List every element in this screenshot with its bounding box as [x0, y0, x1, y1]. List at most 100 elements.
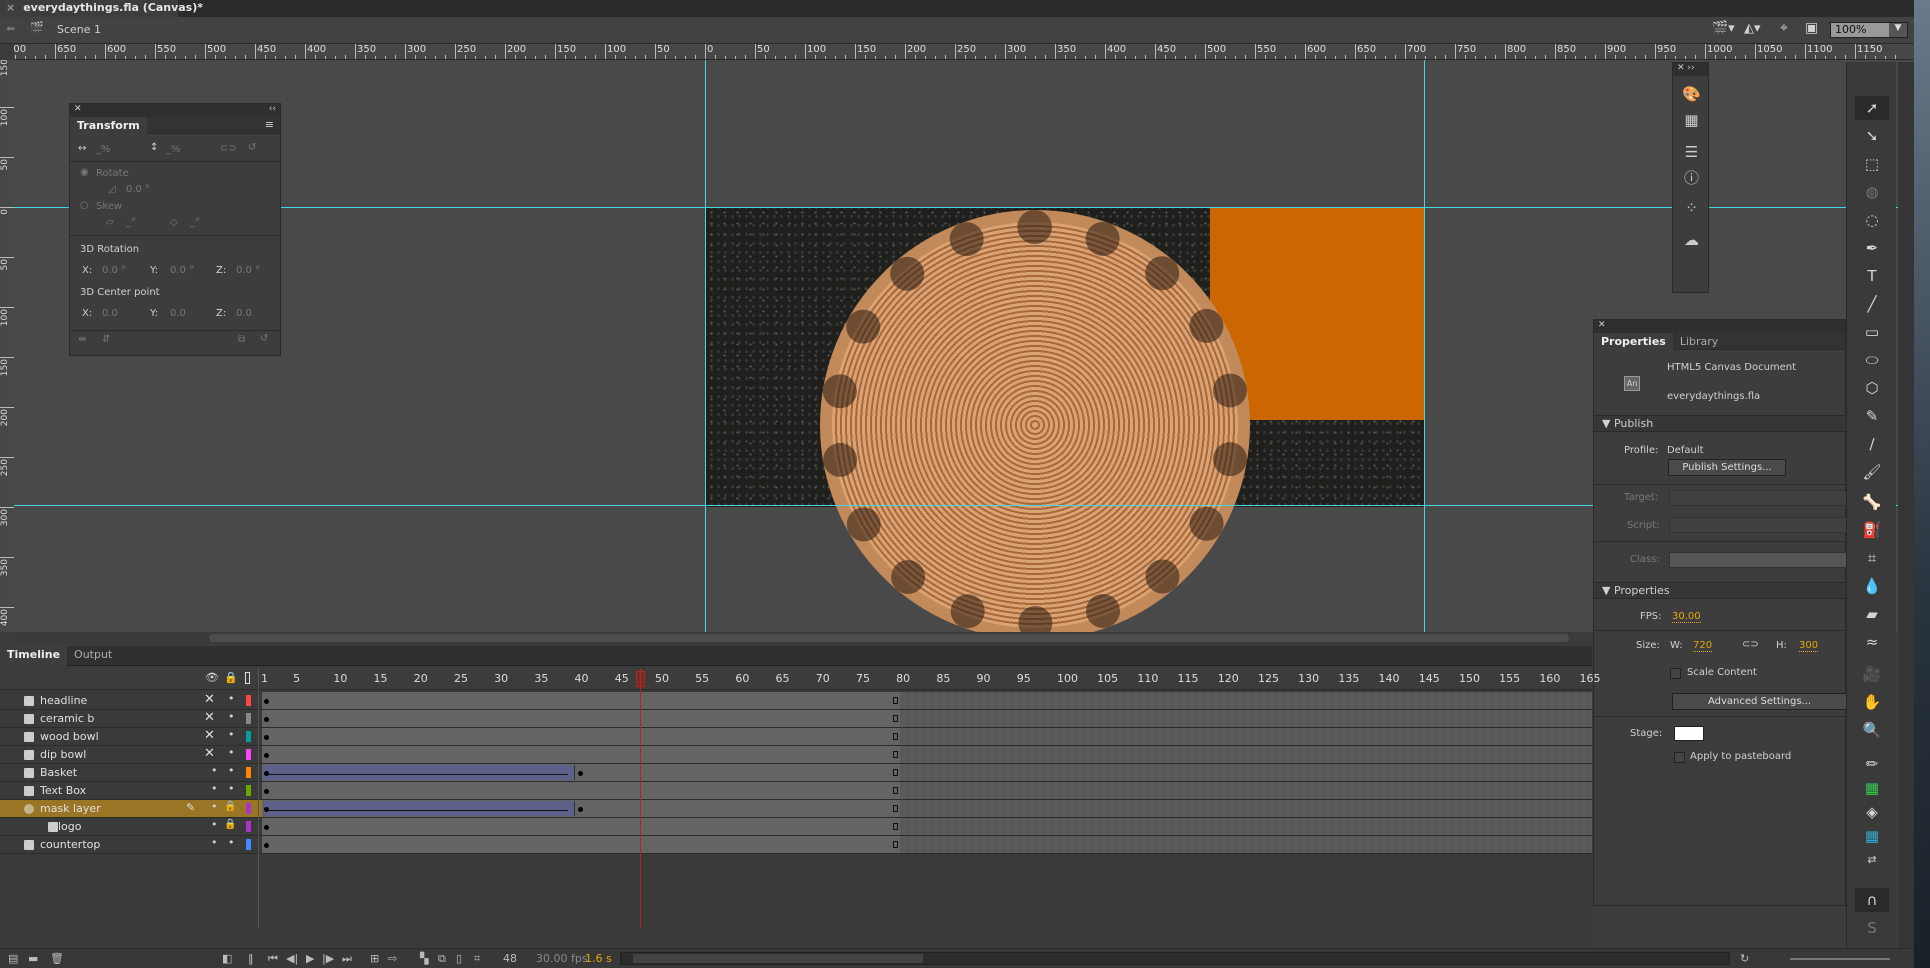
visible-dot[interactable]: • [211, 836, 218, 849]
frame-span[interactable] [262, 692, 900, 709]
rot3d-z-field[interactable]: 0.0 ° [236, 265, 260, 276]
stage-horizontal-scrollbar[interactable] [14, 632, 1574, 644]
edit-multiple-frames-icon[interactable]: ▯ [456, 952, 462, 965]
rotate-radio[interactable]: ◉ [80, 167, 89, 178]
panel-titlebar[interactable]: ✕ ‹‹ [70, 104, 280, 117]
layer-name[interactable]: ceramic b [40, 712, 94, 725]
keyframe[interactable] [264, 735, 269, 740]
layer-name[interactable]: Basket [40, 766, 77, 779]
document-tab[interactable]: × everydaythings.fla (Canvas)* [0, 0, 203, 17]
subselection-tool-icon[interactable]: ➘ [1855, 124, 1889, 148]
empty-frames[interactable] [900, 728, 1592, 745]
smooth-icon[interactable]: S [1855, 916, 1889, 940]
modify-markers-icon[interactable]: ⌗ [474, 952, 480, 966]
empty-frames[interactable] [900, 746, 1592, 763]
panel-titlebar[interactable]: ✕ [1594, 320, 1845, 333]
ink-bottle-tool-icon[interactable]: ⌗ [1855, 546, 1889, 570]
outline-color-swatch[interactable] [246, 821, 251, 832]
motion-presets-icon[interactable]: ⁘ [1673, 199, 1710, 217]
creative-cloud-icon[interactable]: ☁ [1673, 231, 1710, 249]
empty-frames[interactable] [900, 692, 1592, 709]
duplicate-transform-icon[interactable]: ⧉ [238, 334, 245, 345]
current-frame[interactable]: 48 [503, 952, 517, 965]
layer-row[interactable]: mask layer ✎ • 🔒 [0, 800, 1592, 818]
center-y-field[interactable]: 0.0 [170, 308, 186, 319]
keyframe[interactable] [264, 753, 269, 758]
outline-color-swatch[interactable] [246, 803, 251, 814]
properties-section-header[interactable]: ▼ Properties [1594, 582, 1847, 599]
fill-swatch-icon[interactable]: ▦ [1855, 824, 1889, 848]
keyframe[interactable] [264, 825, 269, 830]
width-tool-icon[interactable]: ≈ [1855, 630, 1889, 654]
lasso-tool-icon[interactable]: ◌ [1855, 208, 1889, 232]
guide-vertical[interactable] [705, 60, 706, 632]
elapsed-time[interactable]: 1.6 s [585, 952, 612, 965]
publish-settings-button[interactable]: Publish Settings... [1668, 459, 1786, 476]
stroke-color-icon[interactable]: ✏ [1855, 752, 1889, 776]
visible-dot[interactable]: • [211, 764, 218, 777]
hidden-x-icon[interactable]: ✕ [204, 710, 215, 725]
rotate-field[interactable]: 0.0 ° [126, 184, 150, 195]
empty-frames[interactable] [900, 782, 1592, 799]
fps-field[interactable]: 30.00 [1672, 611, 1701, 623]
keyframe[interactable] [264, 789, 269, 794]
go-to-first-icon[interactable]: ⏮ [268, 952, 278, 966]
unlocked-dot[interactable]: • [228, 764, 235, 777]
timeline-horizontal-scrollbar[interactable] [620, 952, 1730, 965]
empty-frames[interactable] [900, 836, 1592, 853]
guide-horizontal[interactable] [14, 207, 1914, 208]
skew-v-field[interactable]: _° [190, 217, 200, 228]
oval-tool-icon[interactable]: ⬭ [1855, 348, 1889, 372]
zoom-select[interactable]: 100% ▼ [1830, 22, 1908, 38]
class-field[interactable] [1669, 552, 1847, 568]
frame-size-slider[interactable] [1790, 958, 1890, 960]
outline-color-swatch[interactable] [246, 731, 251, 742]
frame-span[interactable] [262, 746, 900, 763]
reset-scale-icon[interactable]: ↺ [248, 142, 256, 153]
empty-frames[interactable] [900, 818, 1592, 835]
apply-pasteboard-checkbox[interactable] [1674, 752, 1685, 763]
constrain-link-icon[interactable]: ⊂⊃ [220, 143, 237, 154]
free-transform-tool-icon[interactable]: ⬚ [1855, 152, 1889, 176]
pen-tool-icon[interactable]: ✒ [1855, 236, 1889, 260]
width-scale-field[interactable]: _% [96, 144, 111, 155]
onion-outlines-icon[interactable]: ⧉ [438, 952, 446, 966]
layer-name[interactable]: countertop [40, 838, 100, 851]
visible-dot[interactable]: • [211, 818, 218, 831]
stage-vertical-scrollbar[interactable] [1898, 62, 1914, 948]
publish-section-header[interactable]: ▼ Publish [1594, 415, 1847, 432]
swatches-grid-icon[interactable]: ▦ [1673, 111, 1710, 129]
unlocked-dot[interactable]: • [228, 782, 235, 795]
keyframe[interactable] [264, 717, 269, 722]
hidden-x-icon[interactable]: ✕ [204, 746, 215, 761]
remove-transform-icon[interactable]: ↺ [260, 333, 268, 344]
layer-row[interactable]: logo • 🔒 [0, 818, 1592, 836]
advanced-settings-button[interactable]: Advanced Settings... [1672, 693, 1847, 710]
polystar-tool-icon[interactable]: ⬡ [1855, 376, 1889, 400]
panel-titlebar[interactable]: ✕ ›› [1673, 63, 1708, 76]
hand-tool-icon[interactable]: ✋ [1855, 690, 1889, 714]
layer-row[interactable]: Text Box • • [0, 782, 1592, 800]
snap-magnet-icon[interactable]: ∩ [1855, 888, 1889, 912]
link-dimensions-icon[interactable]: ⊂⊃ [1742, 639, 1759, 650]
rot3d-x-field[interactable]: 0.0 ° [102, 265, 126, 276]
onion-skin-icon[interactable]: ▚ [420, 952, 428, 965]
outline-color-swatch[interactable] [246, 713, 251, 724]
delete-icon[interactable]: 🗑 [50, 952, 64, 965]
layer-row[interactable]: headline ✕ • [0, 692, 1592, 710]
empty-frames[interactable] [900, 764, 1592, 781]
layer-row[interactable]: ceramic b ✕ • [0, 710, 1592, 728]
play-icon[interactable]: ▶ [306, 952, 314, 965]
collapse-icon[interactable]: ‹‹ [269, 104, 276, 114]
tab-transform[interactable]: Transform [70, 117, 147, 134]
zoom-tool-icon[interactable]: 🔍 [1855, 718, 1889, 742]
keyframe[interactable] [264, 699, 269, 704]
brush-tool-icon[interactable]: 🖌 [1855, 460, 1889, 484]
motion-tween[interactable] [263, 801, 575, 816]
visible-dot[interactable]: • [211, 800, 218, 813]
keyframe[interactable] [577, 771, 583, 776]
keyframe[interactable] [577, 807, 583, 812]
keyframe[interactable] [264, 807, 269, 812]
edit-symbol-icon[interactable]: ◭▾ [1744, 21, 1761, 36]
eyedropper-tool-icon[interactable]: 💧 [1855, 574, 1889, 598]
